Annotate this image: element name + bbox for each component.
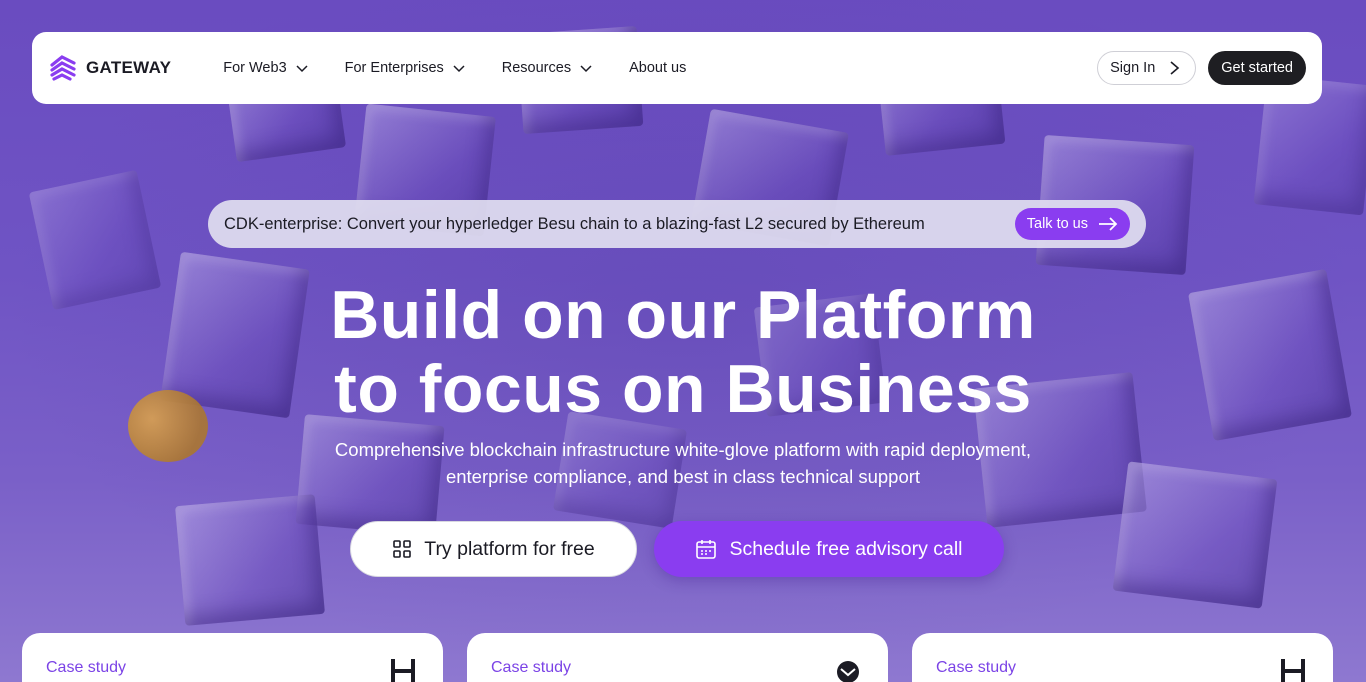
- chevron-right-icon: [1170, 61, 1180, 75]
- calendar-icon: [696, 540, 717, 559]
- h-brand-logo-icon: [391, 659, 415, 682]
- nav-item-label: About us: [629, 60, 687, 76]
- schedule-call-button[interactable]: Schedule free advisory call: [654, 521, 1004, 577]
- case-study-card[interactable]: Case study: [912, 633, 1333, 682]
- try-platform-label: Try platform for free: [424, 537, 595, 560]
- card-label: Case study: [491, 659, 572, 676]
- nav-item-label: For Web3: [223, 60, 287, 76]
- nav-item-label: Resources: [501, 60, 572, 76]
- announcement-banner: CDK-enterprise: Convert your hyperledger…: [208, 200, 1146, 248]
- top-navbar: GATEWAY For Web3 For Enterprises Resourc…: [32, 32, 1322, 104]
- sign-in-label: Sign In: [1110, 60, 1156, 76]
- hero-subtitle: Comprehensive blockchain infrastructure …: [283, 436, 1083, 490]
- nav-item-about-us[interactable]: About us: [629, 60, 686, 76]
- try-platform-button[interactable]: Try platform for free: [350, 521, 637, 577]
- round-brand-logo-icon: [837, 661, 859, 682]
- hero-title-line-1: Build on our Platform: [330, 277, 1036, 353]
- gateway-logo-icon: [50, 55, 76, 81]
- talk-to-us-label: Talk to us: [1026, 216, 1088, 232]
- grid-icon: [393, 540, 412, 558]
- hero-subtitle-line-2: enterprise compliance, and best in class…: [445, 466, 921, 487]
- nav-item-resources[interactable]: Resources: [502, 60, 593, 76]
- hero-subtitle-line-1: Comprehensive blockchain infrastructure …: [334, 439, 1032, 460]
- case-study-card[interactable]: Case study: [467, 633, 888, 682]
- chevron-down-icon: [453, 65, 465, 73]
- hero-title: Build on our Platform to focus on Busine…: [0, 278, 1366, 426]
- main-menu: For Web3 For Enterprises Resources About…: [223, 60, 722, 76]
- card-label: Case study: [936, 659, 1017, 676]
- h-brand-logo-icon: [1281, 659, 1305, 682]
- brand-logo[interactable]: GATEWAY: [48, 53, 171, 83]
- chevron-down-icon: [296, 65, 308, 73]
- talk-to-us-button[interactable]: Talk to us: [1014, 208, 1130, 240]
- arrow-right-icon: [1099, 217, 1118, 231]
- case-study-card[interactable]: Case study: [22, 633, 443, 682]
- nav-item-for-web3[interactable]: For Web3: [223, 60, 308, 76]
- nav-item-label: For Enterprises: [344, 60, 444, 76]
- chevron-down-icon: [580, 65, 592, 73]
- announcement-text: CDK-enterprise: Convert your hyperledger…: [224, 214, 925, 233]
- sign-in-button[interactable]: Sign In: [1097, 51, 1197, 85]
- get-started-button[interactable]: Get started: [1208, 51, 1306, 85]
- card-label: Case study: [46, 659, 127, 676]
- hero-title-line-2: to focus on Business: [334, 351, 1032, 427]
- schedule-call-label: Schedule free advisory call: [729, 537, 963, 560]
- brand-name: GATEWAY: [86, 58, 172, 77]
- nav-item-for-enterprises[interactable]: For Enterprises: [345, 60, 466, 76]
